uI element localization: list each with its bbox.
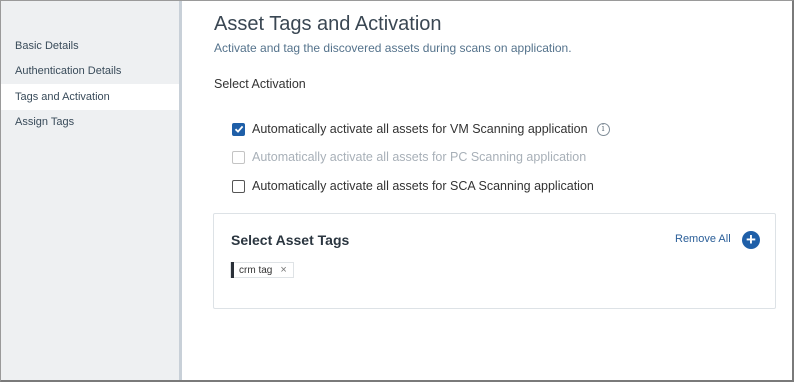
tag-chip: crm tag × <box>230 262 294 278</box>
sca-activation-label: Automatically activate all assets for SC… <box>252 179 594 193</box>
sca-activation-checkbox[interactable] <box>232 179 245 193</box>
page-subtitle: Activate and tag the discovered assets d… <box>214 41 572 55</box>
page-title: Asset Tags and Activation <box>214 13 442 35</box>
activation-row-vm: Automatically activate all assets for VM… <box>232 120 610 138</box>
vm-activation-checkbox[interactable] <box>232 122 245 136</box>
sidebar-item-basic-details[interactable]: Basic Details <box>1 33 179 59</box>
asset-tags-card: Select Asset Tags Remove All + crm tag × <box>213 213 776 309</box>
sidebar-item-authentication-details[interactable]: Authentication Details <box>1 58 179 84</box>
sidebar-item-assign-tags[interactable]: Assign Tags <box>1 109 179 135</box>
checkmark-icon <box>234 125 243 133</box>
remove-all-link[interactable]: Remove All <box>675 233 731 245</box>
close-icon[interactable]: × <box>280 264 292 276</box>
vm-activation-label: Automatically activate all assets for VM… <box>252 122 588 136</box>
activation-row-sca: Automatically activate all assets for SC… <box>232 177 594 195</box>
asset-tags-title: Select Asset Tags <box>231 232 350 248</box>
pc-activation-label: Automatically activate all assets for PC… <box>252 150 587 164</box>
info-icon[interactable]: i <box>596 122 610 136</box>
select-activation-label: Select Activation <box>214 77 306 91</box>
tag-label: crm tag <box>239 264 273 276</box>
activation-row-pc: Automatically activate all assets for PC… <box>232 148 586 166</box>
add-tag-button[interactable]: + <box>742 231 760 249</box>
pc-activation-checkbox <box>232 150 245 164</box>
sidebar: Basic Details Authentication Details Tag… <box>1 1 179 380</box>
main-panel: Asset Tags and Activation Activate and t… <box>182 1 790 380</box>
sidebar-item-tags-and-activation[interactable]: Tags and Activation <box>1 84 179 110</box>
